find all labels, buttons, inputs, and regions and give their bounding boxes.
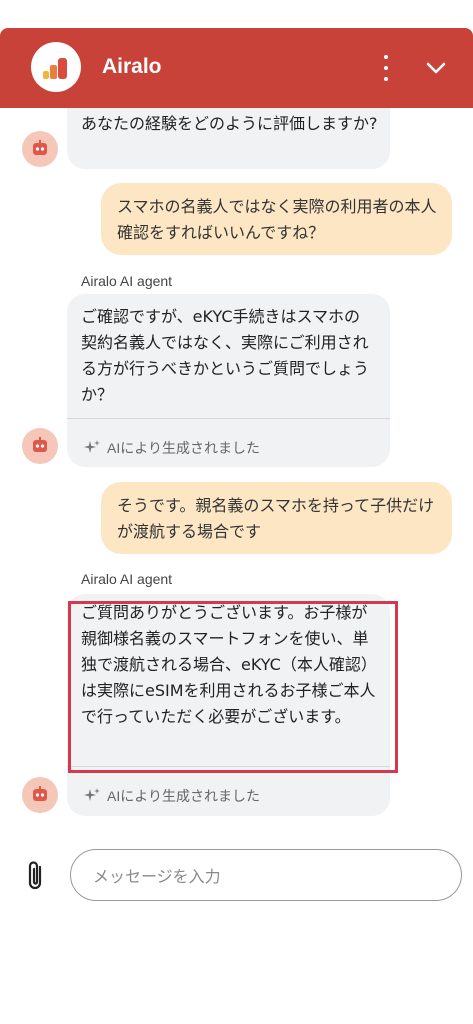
message-input-placeholder: メッセージを入力 (93, 867, 221, 886)
sparkle-icon (84, 440, 100, 453)
message-input[interactable]: メッセージを入力 (70, 849, 462, 901)
sender-name: Airalo AI agent (81, 571, 173, 587)
highlight-box (68, 601, 398, 773)
ai-generated-note: AIにより生成されました (67, 418, 390, 463)
airalo-logo (31, 42, 81, 92)
bot-avatar (22, 428, 58, 464)
app-title: Airalo (102, 55, 162, 78)
sparkle-icon (84, 788, 100, 801)
sender-name: Airalo AI agent (81, 273, 173, 289)
bot-message: あなたの経験をどのように評価しますか? (67, 108, 390, 169)
message-text: ご確認ですが、eKYC手続きはスマホの契約名義人ではなく、実際にご利用される方が… (81, 307, 370, 404)
message-text: そうです。親名義のスマホを持って子供だけが渡航する場合です (117, 496, 435, 541)
more-options-icon[interactable] (376, 55, 396, 81)
bot-message: ご確認ですが、eKYC手続きはスマホの契約名義人ではなく、実際にご利用される方が… (67, 294, 390, 467)
bot-avatar (22, 131, 58, 167)
paperclip-icon[interactable] (22, 859, 50, 893)
user-message: スマホの名義人ではなく実際の利用者の本人確認をすればいいんですね？ (101, 183, 452, 255)
ai-note-text: AIにより生成されました (107, 440, 260, 456)
ai-note-text: AIにより生成されました (107, 788, 260, 804)
chevron-down-icon[interactable] (424, 56, 448, 80)
user-message: そうです。親名義のスマホを持って子供だけが渡航する場合です (101, 482, 452, 554)
chat-header: Airalo (0, 28, 473, 108)
message-text: あなたの経験をどのように評価しますか? (81, 114, 378, 133)
bot-avatar (22, 777, 58, 813)
message-text: スマホの名義人ではなく実際の利用者の本人確認をすればいいんですね？ (117, 197, 437, 242)
